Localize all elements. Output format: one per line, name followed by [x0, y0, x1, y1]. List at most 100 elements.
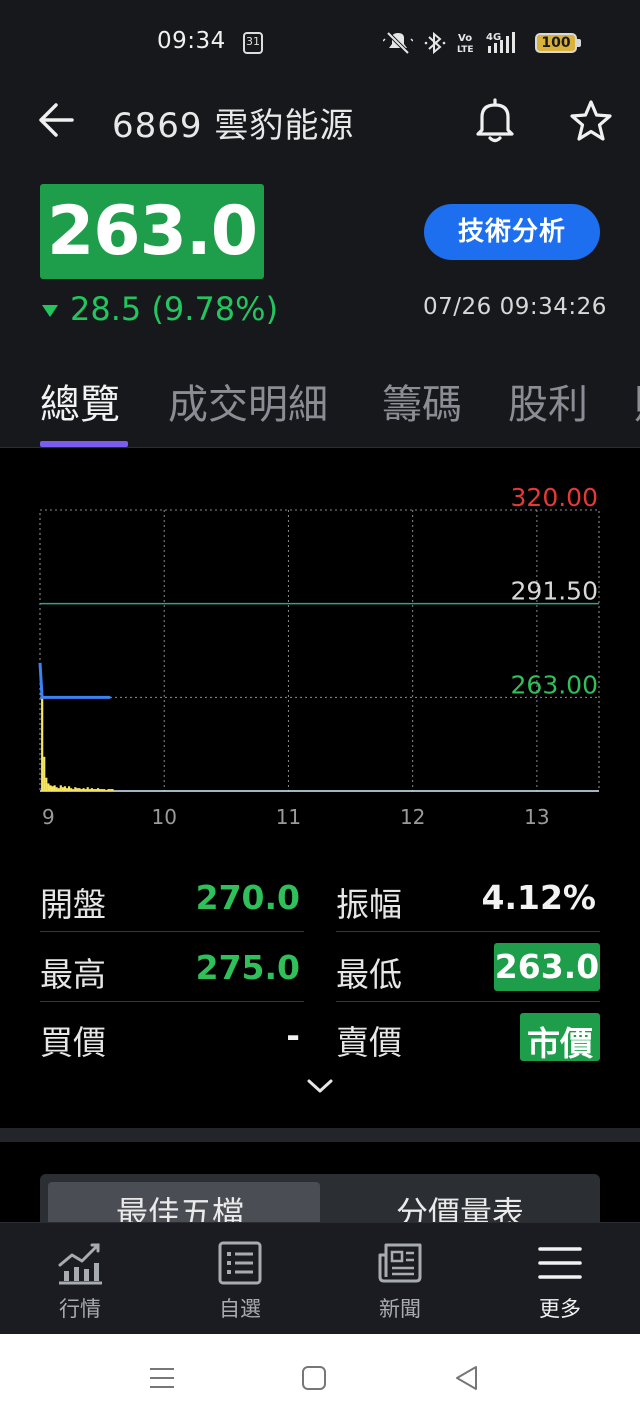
- nav-quotes[interactable]: 行情: [0, 1223, 160, 1335]
- technical-analysis-button[interactable]: 技術分析: [424, 204, 600, 260]
- volume-bar: [59, 785, 62, 791]
- volume-bar: [107, 789, 110, 791]
- nav-watchlist[interactable]: 自選: [160, 1223, 320, 1335]
- volume-bar: [63, 786, 67, 791]
- volume-bar: [94, 789, 98, 791]
- x-axis-label: 9: [42, 805, 55, 829]
- mute-icon: [383, 31, 413, 55]
- bid-label: 買價: [40, 1023, 106, 1062]
- tab-trade-details[interactable]: 成交明細: [168, 372, 328, 430]
- newspaper-icon: [378, 1243, 422, 1283]
- bottom-nav: 行情 自選 新聞 更多: [0, 1222, 640, 1334]
- volte-icon: Vo LTE: [457, 33, 474, 55]
- star-icon[interactable]: [568, 98, 614, 144]
- tab-chips[interactable]: 籌碼: [382, 372, 462, 430]
- current-price: 263.0: [46, 192, 258, 271]
- divider: [336, 931, 600, 932]
- status-time: 09:34: [157, 28, 226, 54]
- volume-bar: [99, 789, 102, 791]
- divider: [40, 1001, 304, 1002]
- tab-financials[interactable]: 財: [634, 372, 640, 430]
- low-value-badge: 263.0: [494, 943, 600, 991]
- ask-value-badge: 市價: [520, 1013, 600, 1063]
- tab-dividends[interactable]: 股利: [508, 372, 588, 430]
- volume-bar: [96, 788, 100, 791]
- volume-bar: [67, 786, 71, 791]
- volume-bar: [70, 788, 73, 791]
- nav-label: 更多: [539, 1297, 581, 1321]
- chevron-down-icon[interactable]: [306, 1076, 334, 1096]
- bid-value: -: [286, 1016, 300, 1055]
- svg-text:4G: 4G: [486, 32, 501, 43]
- tab-bar: 總覽 成交明細 籌碼 股利 財: [0, 372, 640, 448]
- bluetooth-icon: [424, 31, 446, 55]
- svg-text:Vo: Vo: [458, 33, 472, 44]
- home-icon[interactable]: [300, 1364, 328, 1392]
- ask-value: 市價: [527, 1024, 593, 1063]
- tab-indicator: [40, 441, 128, 447]
- low-label: 最低: [336, 955, 402, 994]
- price-change: 28.5 (9.78%): [70, 290, 279, 328]
- volume-bar: [65, 788, 69, 791]
- x-axis-label: 10: [151, 805, 176, 829]
- volume-bar: [82, 788, 85, 791]
- y-axis-label: 320.00: [511, 483, 598, 512]
- tab-overview[interactable]: 總覽: [40, 372, 120, 430]
- price-badge: 263.0: [40, 184, 264, 279]
- chart-grid: [39, 509, 600, 792]
- intraday-chart[interactable]: 320.00 291.50 263.00 9 10 11 12 13: [0, 448, 640, 848]
- volume-bar: [80, 789, 83, 791]
- nav-label: 自選: [219, 1297, 261, 1321]
- chart-bars-icon: [58, 1243, 102, 1285]
- nav-more[interactable]: 更多: [480, 1223, 640, 1335]
- divider: [40, 931, 304, 932]
- open-value: 270.0: [195, 878, 300, 917]
- svg-text:LTE: LTE: [457, 45, 474, 55]
- status-bar: 09:34 31 Vo LTE 4G 100: [0, 0, 640, 86]
- volume-bar: [84, 789, 87, 791]
- volume-bar: [51, 786, 54, 791]
- nav-label: 行情: [59, 1297, 101, 1321]
- battery-tip: [577, 39, 581, 47]
- volume-bar: [105, 790, 108, 791]
- nav-label: 新聞: [379, 1297, 421, 1321]
- quote-timestamp: 07/26 09:34:26: [423, 294, 607, 320]
- volume-bar: [72, 789, 75, 791]
- nav-news[interactable]: 新聞: [320, 1223, 480, 1335]
- volume-bar: [74, 787, 77, 791]
- x-axis-label: 11: [276, 805, 301, 829]
- volume-bars: [41, 696, 114, 791]
- volume-bar: [41, 696, 44, 791]
- section-divider: [0, 1128, 640, 1142]
- divider: [336, 1001, 600, 1002]
- volume-bar: [111, 789, 114, 791]
- back-icon[interactable]: [452, 1364, 480, 1392]
- list-icon: [218, 1241, 262, 1285]
- battery-icon: 100: [535, 33, 577, 53]
- volume-bar: [88, 789, 91, 791]
- recent-apps-icon[interactable]: [148, 1364, 176, 1392]
- volume-bar: [55, 787, 58, 791]
- volume-bar: [45, 777, 48, 791]
- x-axis-label: 13: [524, 805, 549, 829]
- calendar-icon: 31: [243, 32, 263, 54]
- volume-bar: [43, 756, 46, 791]
- bell-icon[interactable]: [472, 96, 518, 144]
- x-axis-labels: 9 10 11 12 13: [42, 805, 550, 829]
- menu-icon: [538, 1247, 582, 1279]
- volume-bar: [103, 789, 106, 791]
- y-axis-labels: 320.00 291.50 263.00: [511, 483, 598, 699]
- volume-bar: [49, 785, 52, 791]
- y-axis-label: 263.00: [511, 670, 598, 699]
- back-arrow-icon[interactable]: [36, 100, 76, 140]
- y-axis-label: 291.50: [511, 577, 598, 606]
- volume-bar: [61, 787, 64, 791]
- volume-bar: [90, 788, 93, 791]
- open-label: 開盤: [40, 885, 106, 924]
- chart-frame: [39, 509, 600, 792]
- amplitude-label: 振幅: [336, 885, 402, 924]
- volume-bar: [76, 788, 79, 791]
- volume-bar: [53, 785, 56, 791]
- price-series-line: [38, 662, 111, 699]
- volume-bar: [101, 789, 104, 791]
